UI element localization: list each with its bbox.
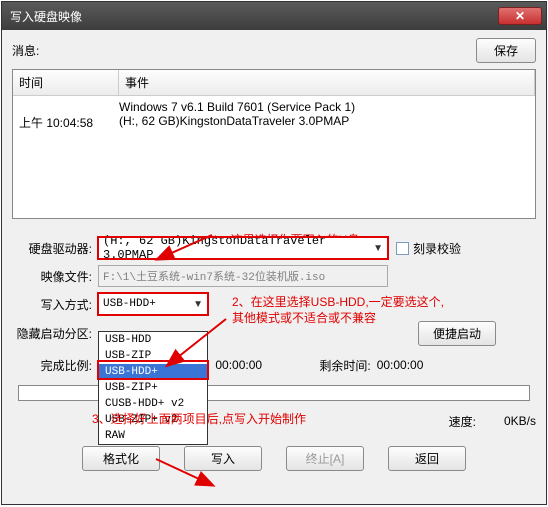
annotation-box-2b xyxy=(97,360,209,380)
close-button[interactable]: ✕ xyxy=(498,7,542,25)
dialog-body: 消息: 保存 时间 事件 Windows 7 v6.1 Build 7601 (… xyxy=(2,30,546,479)
write-button[interactable]: 写入 xyxy=(184,446,262,471)
titlebar: 写入硬盘映像 ✕ xyxy=(2,2,546,30)
annotation-3: 3、选择好上面两项目后,点写入开始制作 xyxy=(92,410,306,427)
annotation-box-2a xyxy=(97,292,209,316)
image-field[interactable]: F:\1\土豆系统-win7系统-32位装机版.iso xyxy=(98,265,388,287)
mode-option[interactable]: USB-ZIP+ xyxy=(99,380,207,396)
checkbox-icon xyxy=(396,242,409,255)
close-icon: ✕ xyxy=(515,9,525,23)
log-row: 上午 10:04:58 (H:, 62 GB)KingstonDataTrave… xyxy=(19,114,529,131)
verify-checkbox[interactable]: 刻录校验 xyxy=(396,240,461,257)
message-label: 消息: xyxy=(12,42,476,59)
drive-select[interactable]: (H:, 62 GB)KingstonDataTraveler 3.0PMAP … xyxy=(98,237,388,259)
elapsed-value: 00:00:00 xyxy=(209,358,289,372)
log-row: Windows 7 v6.1 Build 7601 (Service Pack … xyxy=(19,100,529,114)
hidden-label: 隐藏启动分区: xyxy=(12,325,98,342)
abort-button: 终止[A] xyxy=(286,446,364,471)
annotation-box-1 xyxy=(97,236,389,260)
mode-label: 写入方式: xyxy=(12,296,98,313)
image-value: F:\1\土豆系统-win7系统-32位装机版.iso xyxy=(103,268,325,284)
remain-label: 剩余时间: xyxy=(319,357,370,374)
speed-label: 速度: xyxy=(449,413,476,430)
mode-select[interactable]: USB-HDD+ ▼ xyxy=(98,293,208,315)
format-button[interactable]: 格式化 xyxy=(82,446,160,471)
convenient-boot-button[interactable]: 便捷启动 xyxy=(418,321,496,346)
dialog-window: 写入硬盘映像 ✕ 消息: 保存 时间 事件 Windows 7 v6.1 Bui… xyxy=(1,1,547,505)
log-body: Windows 7 v6.1 Build 7601 (Service Pack … xyxy=(13,96,535,135)
log-header: 时间 事件 xyxy=(13,70,535,96)
annotation-2a: 2、在这里选择USB-HDD,一定要选这个, xyxy=(232,293,444,310)
image-label: 映像文件: xyxy=(12,268,98,285)
back-button[interactable]: 返回 xyxy=(388,446,466,471)
log-col-time[interactable]: 时间 xyxy=(13,70,119,95)
drive-label: 硬盘驱动器: xyxy=(12,240,98,257)
window-title: 写入硬盘映像 xyxy=(6,8,498,25)
done-label: 完成比例: xyxy=(12,357,98,374)
progress-bar xyxy=(18,385,530,401)
verify-label: 刻录校验 xyxy=(413,240,461,257)
log-panel: 时间 事件 Windows 7 v6.1 Build 7601 (Service… xyxy=(12,69,536,219)
log-col-event[interactable]: 事件 xyxy=(119,70,535,95)
save-button[interactable]: 保存 xyxy=(476,38,536,63)
remain-value: 00:00:00 xyxy=(371,358,424,372)
mode-option[interactable]: USB-HDD xyxy=(99,332,207,348)
speed-value: 0KB/s xyxy=(476,414,536,428)
